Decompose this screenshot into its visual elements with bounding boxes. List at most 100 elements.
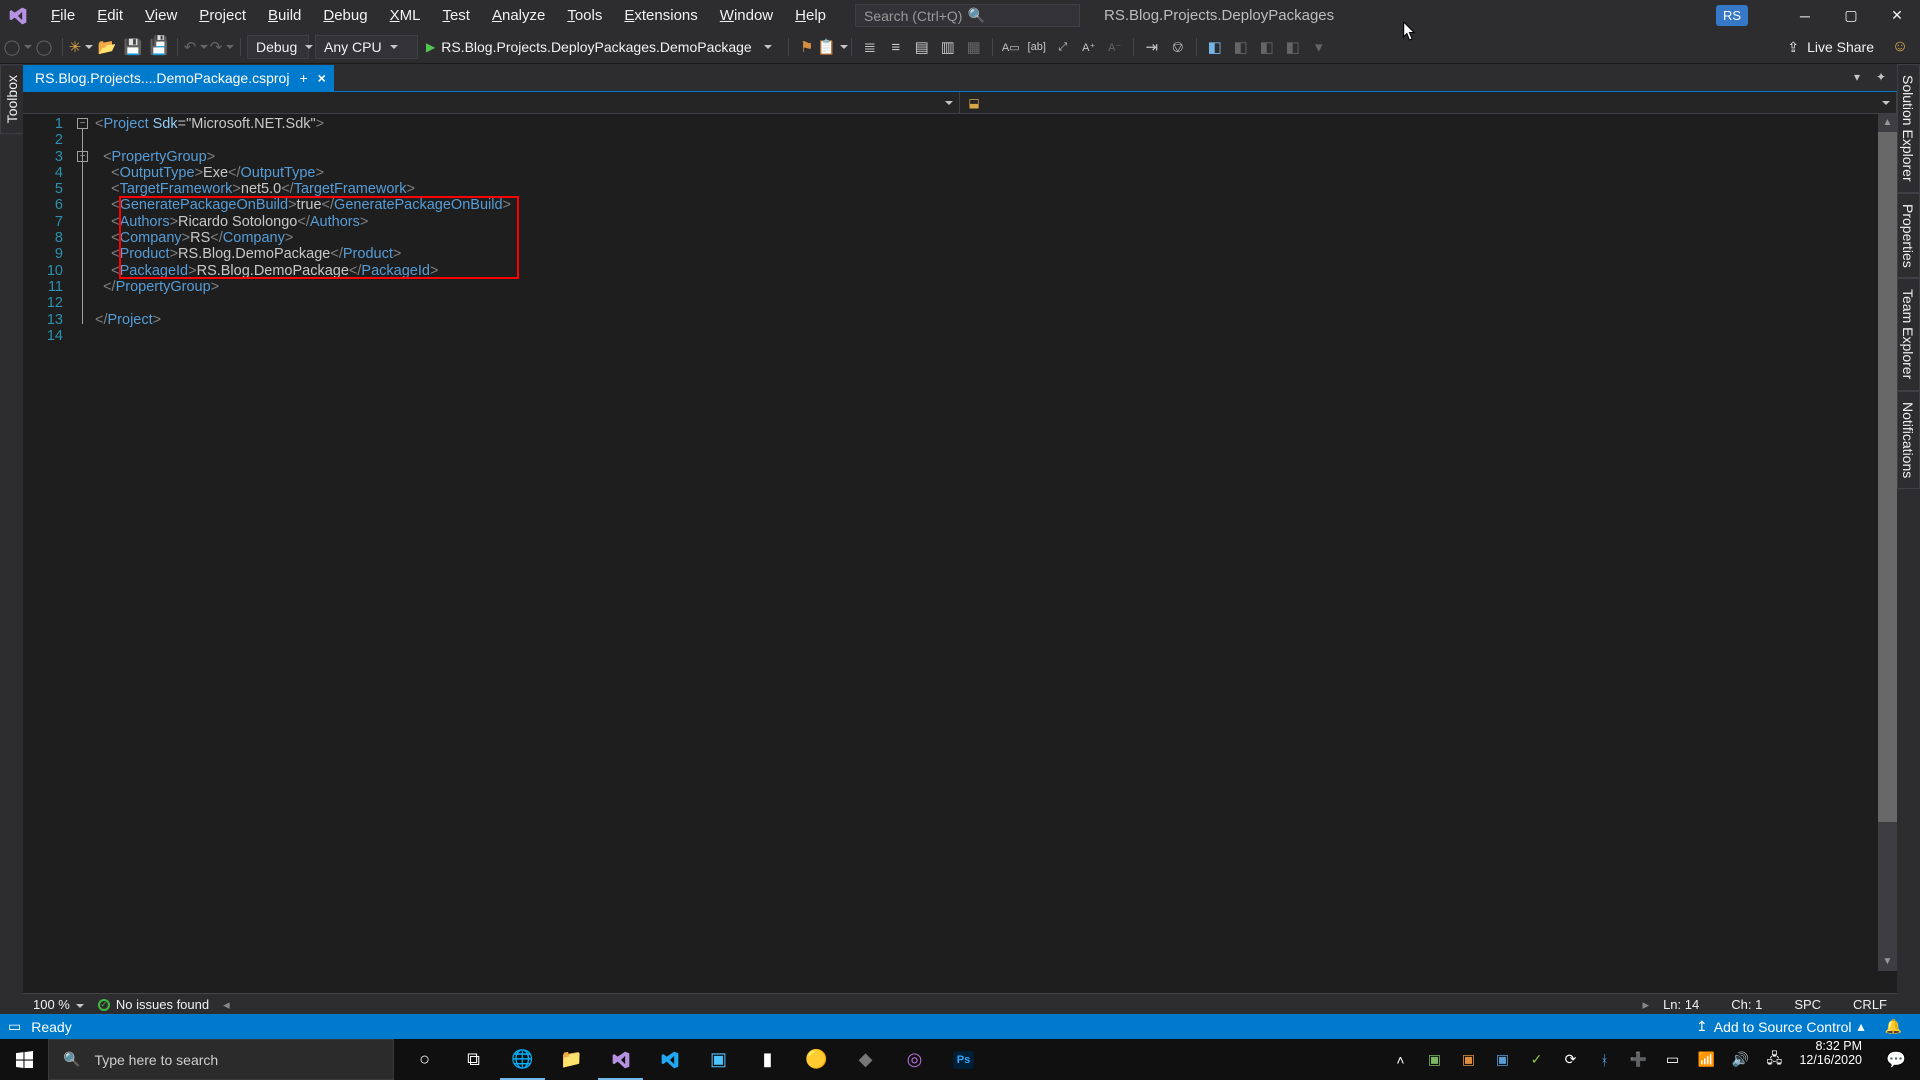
toggle-bookmark-button[interactable]: ◧ — [1203, 35, 1227, 59]
scope-block-icon[interactable]: ⎊ — [1166, 35, 1190, 59]
font-increase-icon[interactable]: A⁺ — [1077, 35, 1101, 59]
task-file-explorer-icon[interactable]: 📁 — [547, 1039, 596, 1080]
menu-debug[interactable]: Debug — [312, 3, 378, 28]
tray-overflow-icon[interactable]: ˄ — [1389, 1052, 1411, 1068]
line-ending-label[interactable]: CRLF — [1853, 997, 1887, 1012]
issues-nav-right-icon[interactable]: ▸ — [1643, 997, 1650, 1013]
code-line[interactable]: <Product>RS.Blog.DemoPackage</Product> — [95, 246, 1897, 262]
indent-lines-icon[interactable]: ≣ — [858, 35, 882, 59]
code-line[interactable] — [95, 132, 1897, 148]
tray-battery-icon[interactable]: ▭ — [1661, 1051, 1683, 1068]
undo-button[interactable]: ↶ — [184, 35, 208, 59]
next-bookmark-button[interactable]: ◧ — [1255, 35, 1279, 59]
tray-app-orange-icon[interactable]: ▣ — [1457, 1051, 1479, 1068]
code-line[interactable]: <TargetFramework>net5.0</TargetFramework… — [95, 181, 1897, 197]
document-tab-active[interactable]: RS.Blog.Projects....DemoPackage.csproj +… — [23, 65, 334, 91]
code-line[interactable]: <OutputType>Exe</OutputType> — [95, 165, 1897, 181]
menu-view[interactable]: View — [134, 3, 188, 28]
new-project-button[interactable]: ✳ — [69, 35, 93, 59]
open-file-button[interactable]: 📂 — [95, 35, 119, 59]
menu-extensions[interactable]: Extensions — [613, 3, 708, 28]
code-line[interactable]: </Project> — [95, 312, 1897, 328]
menu-project[interactable]: Project — [188, 3, 257, 28]
task-vscode-icon[interactable] — [645, 1039, 694, 1080]
solution-platform-combo[interactable]: Any CPU — [315, 35, 418, 59]
uncomment-selection-button[interactable]: ▥ — [936, 35, 960, 59]
task-cortana-icon[interactable]: ○ — [400, 1039, 449, 1080]
scroll-up-arrow-icon[interactable]: ▲ — [1878, 114, 1897, 132]
nav-forward-button[interactable]: ◯ — [32, 35, 56, 59]
quick-launch-search[interactable]: Search (Ctrl+Q) 🔍 — [855, 4, 1080, 27]
nav-bar-type-combo[interactable]: ⬓ — [960, 92, 1897, 113]
solution-config-combo[interactable]: Debug — [247, 35, 309, 59]
tray-network-icon[interactable]: 🖧 — [1763, 1048, 1785, 1072]
task-windows-terminal-icon[interactable]: ▣ — [694, 1039, 743, 1080]
panel-tab-solution-explorer[interactable]: Solution Explorer — [1897, 64, 1920, 193]
save-all-button[interactable]: 💾💾 — [147, 35, 171, 59]
browse-button[interactable]: 📋 — [821, 35, 845, 59]
nav-back-button[interactable]: ◯ — [6, 35, 30, 59]
caret-col-label[interactable]: Ch: 1 — [1731, 997, 1762, 1012]
notifications-bell-icon[interactable]: 🔔 — [1875, 1018, 1912, 1035]
tray-add-icon[interactable]: ➕ — [1627, 1051, 1649, 1068]
menu-tools[interactable]: Tools — [556, 3, 613, 28]
feedback-button[interactable]: ☺ — [1886, 35, 1914, 59]
menu-test[interactable]: Test — [431, 3, 481, 28]
taskbar-search-box[interactable]: 🔍 Type here to search — [48, 1039, 394, 1080]
menu-help[interactable]: Help — [784, 3, 837, 28]
start-debugging-button[interactable]: ▶RS.Blog.Projects.DeployPackages.DemoPac… — [420, 35, 782, 59]
code-line[interactable]: <Authors>Ricardo Sotolongo</Authors> — [95, 214, 1897, 230]
save-button[interactable]: 💾 — [121, 35, 145, 59]
comment-selection-button[interactable]: ▤ — [910, 35, 934, 59]
active-files-dropdown[interactable]: ▾ — [1847, 67, 1867, 87]
start-button[interactable] — [0, 1039, 48, 1080]
code-line[interactable]: <PackageId>RS.Blog.DemoPackage</PackageI… — [95, 263, 1897, 279]
panel-tab-properties[interactable]: Properties — [1897, 193, 1920, 279]
caret-line-label[interactable]: Ln: 14 — [1663, 997, 1699, 1012]
tray-app-blue-icon[interactable]: ▣ — [1491, 1051, 1513, 1068]
redo-button[interactable]: ↷ — [210, 35, 234, 59]
scope-line-icon[interactable]: ⇥ — [1140, 35, 1164, 59]
tray-app-green-icon[interactable]: ▣ — [1423, 1051, 1445, 1068]
task-app-2-icon[interactable]: ◎ — [890, 1039, 939, 1080]
task-visual-studio-icon[interactable] — [596, 1039, 645, 1080]
font-decrease-icon[interactable]: A⁻ — [1103, 35, 1127, 59]
tray-wifi-icon[interactable]: 📶 — [1695, 1051, 1717, 1068]
issues-nav-left-icon[interactable]: ◂ — [223, 997, 230, 1013]
menu-build[interactable]: Build — [257, 3, 312, 28]
menu-file[interactable]: File — [40, 3, 86, 28]
taskbar-clock[interactable]: 8:32 PM 12/16/2020 — [1789, 1039, 1872, 1080]
toggle-tb-1[interactable]: ▦ — [962, 35, 986, 59]
close-window-button[interactable]: ✕ — [1874, 0, 1920, 31]
tray-sync-icon[interactable]: ⟳ — [1559, 1051, 1581, 1068]
code-line[interactable] — [95, 295, 1897, 311]
code-line[interactable]: <Project Sdk="Microsoft.NET.Sdk"> — [95, 116, 1897, 132]
vertical-scrollbar[interactable]: ▲ ▼ — [1878, 114, 1897, 971]
overflow-icon[interactable]: ▾ — [1307, 35, 1331, 59]
code-line[interactable]: <GeneratePackageOnBuild>true</GeneratePa… — [95, 197, 1897, 213]
nav-bar-project-combo[interactable] — [23, 92, 960, 113]
action-center-button[interactable]: 💬 — [1872, 1039, 1920, 1080]
task-app-1-icon[interactable]: ◆ — [841, 1039, 890, 1080]
task-edge-icon[interactable]: 🌐 — [498, 1039, 547, 1080]
code-line[interactable]: </PropertyGroup> — [95, 279, 1897, 295]
task-chrome-icon[interactable]: 🟡 — [792, 1039, 841, 1080]
find-in-files-icon[interactable]: ⚑ — [795, 35, 819, 59]
tray-volume-icon[interactable]: 🔊 — [1729, 1051, 1751, 1068]
menu-xml[interactable]: XML — [379, 3, 432, 28]
code-line[interactable]: <PropertyGroup> — [95, 149, 1897, 165]
scrollbar-thumb[interactable] — [1878, 132, 1897, 822]
add-to-source-control-button[interactable]: ↥ Add to Source Control ▴ — [1686, 1014, 1875, 1039]
clear-bookmarks-button[interactable]: ◧ — [1281, 35, 1305, 59]
prev-bookmark-button[interactable]: ◧ — [1229, 35, 1253, 59]
panel-tab-toolbox[interactable]: Toolbox — [0, 64, 24, 134]
no-issues-indicator[interactable]: ✓ No issues found — [98, 997, 209, 1012]
ab-toggle-2[interactable]: [ab] — [1025, 35, 1049, 59]
maximize-button[interactable]: ▢ — [1828, 0, 1874, 31]
tray-bluetooth-icon[interactable]: ᚼ — [1593, 1052, 1615, 1068]
tray-app-check-icon[interactable]: ✓ — [1525, 1051, 1547, 1068]
task-photoshop-icon[interactable]: Ps — [939, 1039, 988, 1080]
ab-toggle-3[interactable]: ⤢ — [1051, 35, 1075, 59]
panel-tab-team-explorer[interactable]: Team Explorer — [1897, 278, 1920, 390]
task-cmd-icon[interactable]: ▮ — [743, 1039, 792, 1080]
